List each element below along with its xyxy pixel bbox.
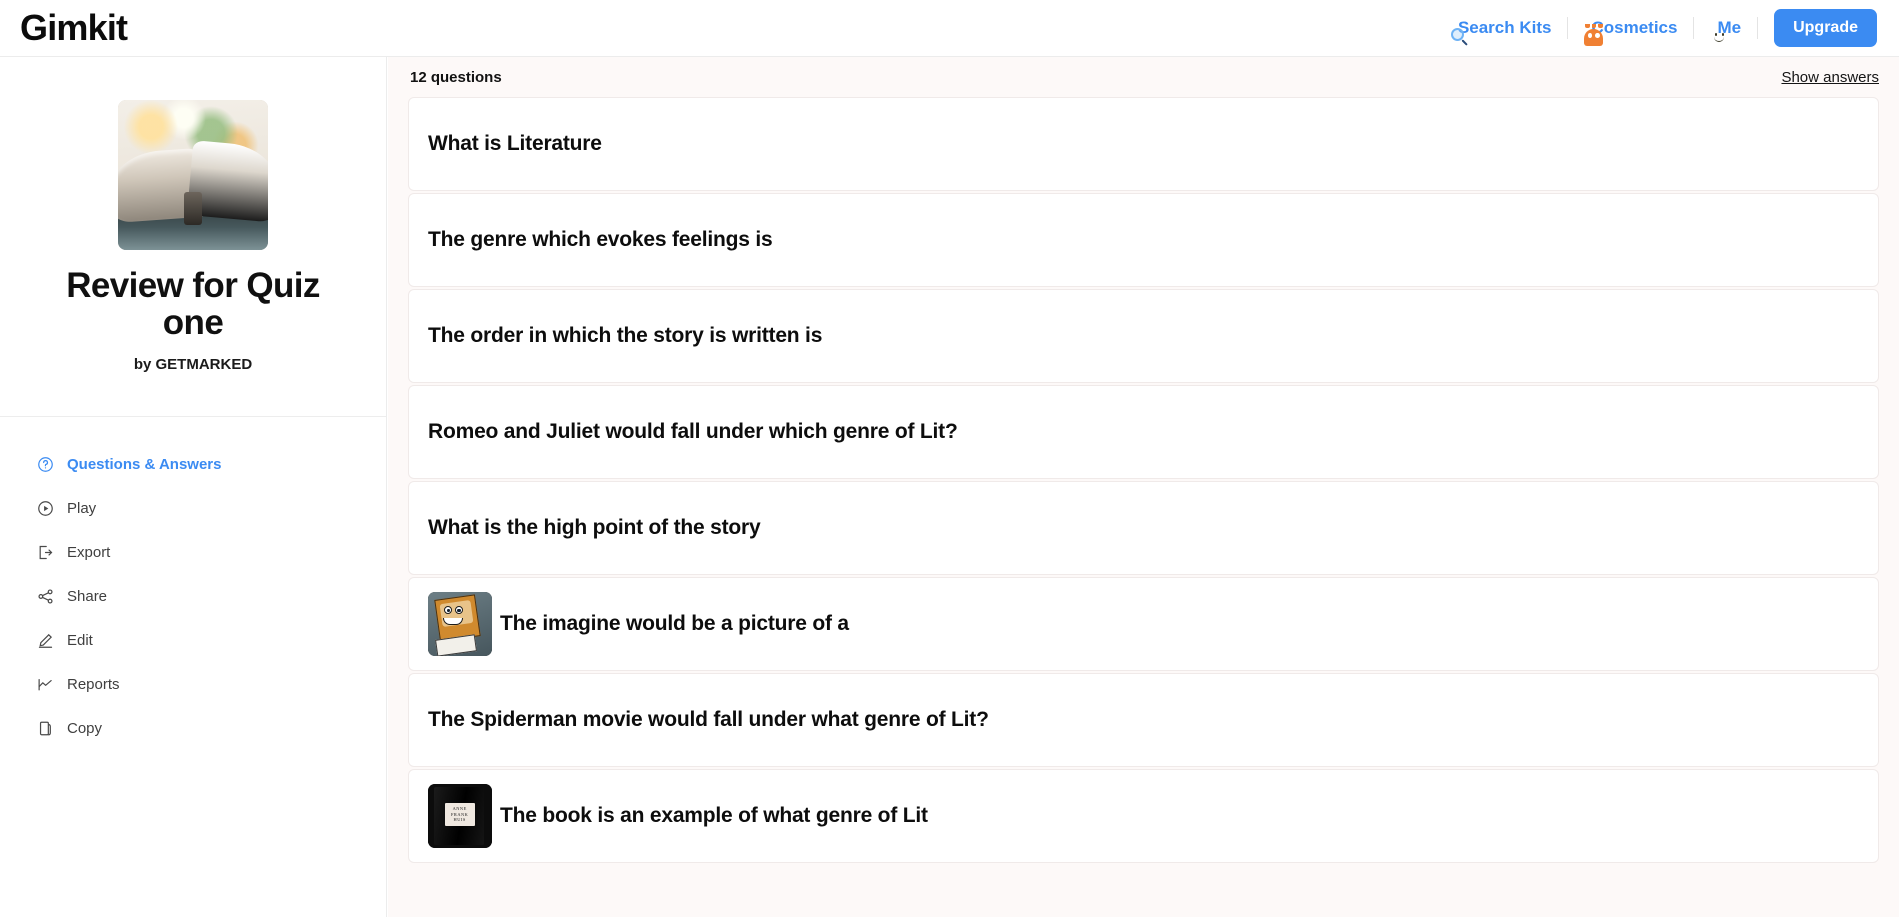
question-row[interactable]: The Spiderman movie would fall under wha… <box>408 673 1879 767</box>
sidebar-item-share[interactable]: Share <box>0 575 386 619</box>
question-image-thumbnail <box>428 592 492 656</box>
top-navigation-bar: Gimkit Search Kits Cosmetics Me Upgrade <box>0 0 1899 57</box>
sidebar-item-questions-answers[interactable]: Questions & Answers <box>0 443 386 487</box>
sidebar-item-label: Share <box>67 588 108 605</box>
nav-cosmetics-label: Cosmetics <box>1591 18 1678 37</box>
kit-author: by GETMARKED <box>133 355 253 373</box>
play-circle-icon <box>36 500 54 518</box>
kit-header: Review for Quiz one by GETMARKED <box>0 57 386 373</box>
pencil-icon <box>36 632 54 650</box>
question-row[interactable]: The genre which evokes feelings is <box>408 193 1879 287</box>
sidebar-item-copy[interactable]: Copy <box>0 707 386 751</box>
book-cover-line: HUIS <box>453 816 466 822</box>
gimkit-logo[interactable]: Gimkit <box>20 10 128 46</box>
sidebar-item-label: Reports <box>67 676 120 693</box>
question-text: Romeo and Juliet would fall under which … <box>428 420 958 443</box>
question-row[interactable]: The order in which the story is written … <box>408 289 1879 383</box>
questions-toolbar: 12 questions Show answers <box>388 57 1899 97</box>
question-image-thumbnail: ANNE FRANK HUIS <box>428 784 492 848</box>
question-text: What is the high point of the story <box>428 516 761 539</box>
sidebar-menu: Questions & Answers Play Export Share Ed… <box>0 417 386 751</box>
sidebar-item-label: Questions & Answers <box>67 456 222 473</box>
chart-line-icon <box>36 676 54 694</box>
questions-list: What is Literature The genre which evoke… <box>388 97 1899 863</box>
sidebar-item-play[interactable]: Play <box>0 487 386 531</box>
kit-title: Review for Quiz one <box>66 266 320 342</box>
nav-divider <box>1757 17 1759 39</box>
question-text: The order in which the story is written … <box>428 324 823 347</box>
sidebar: Review for Quiz one by GETMARKED Questio… <box>0 57 387 917</box>
sidebar-item-label: Copy <box>67 720 103 737</box>
question-text: The Spiderman movie would fall under wha… <box>428 708 989 731</box>
question-row[interactable]: Romeo and Juliet would fall under which … <box>408 385 1879 479</box>
question-text: The book is an example of what genre of … <box>500 804 928 827</box>
export-icon <box>36 544 54 562</box>
kit-thumbnail-image <box>118 100 268 250</box>
sidebar-item-label: Export <box>67 544 111 561</box>
upgrade-button[interactable]: Upgrade <box>1774 9 1877 47</box>
main-content: 12 questions Show answers What is Litera… <box>388 57 1899 917</box>
nav-search-kits-label: Search Kits <box>1457 18 1552 37</box>
sidebar-item-export[interactable]: Export <box>0 531 386 575</box>
share-icon <box>36 588 54 606</box>
question-row[interactable]: ANNE FRANK HUIS The book is an example o… <box>408 769 1879 863</box>
sidebar-item-reports[interactable]: Reports <box>0 663 386 707</box>
question-text: What is Literature <box>428 132 602 155</box>
question-text: The imagine would be a picture of a <box>500 612 849 635</box>
nav-links: Search Kits Cosmetics Me Upgrade <box>1435 0 1877 56</box>
question-circle-icon <box>36 456 54 474</box>
nav-me[interactable]: Me <box>1694 11 1757 45</box>
question-row[interactable]: The imagine would be a picture of a <box>408 577 1879 671</box>
book-cover-line: ANNE <box>452 806 467 812</box>
question-count: 12 questions <box>410 68 502 86</box>
nav-search-kits[interactable]: Search Kits <box>1435 11 1568 46</box>
sidebar-item-edit[interactable]: Edit <box>0 619 386 663</box>
question-row[interactable]: What is Literature <box>408 97 1879 191</box>
nav-cosmetics[interactable]: Cosmetics <box>1568 11 1693 46</box>
question-text: The genre which evokes feelings is <box>428 228 773 251</box>
sidebar-item-label: Play <box>67 500 97 517</box>
show-answers-link[interactable]: Show answers <box>1781 69 1879 86</box>
sidebar-item-label: Edit <box>67 632 93 649</box>
copy-icon <box>36 720 54 738</box>
question-row[interactable]: What is the high point of the story <box>408 481 1879 575</box>
